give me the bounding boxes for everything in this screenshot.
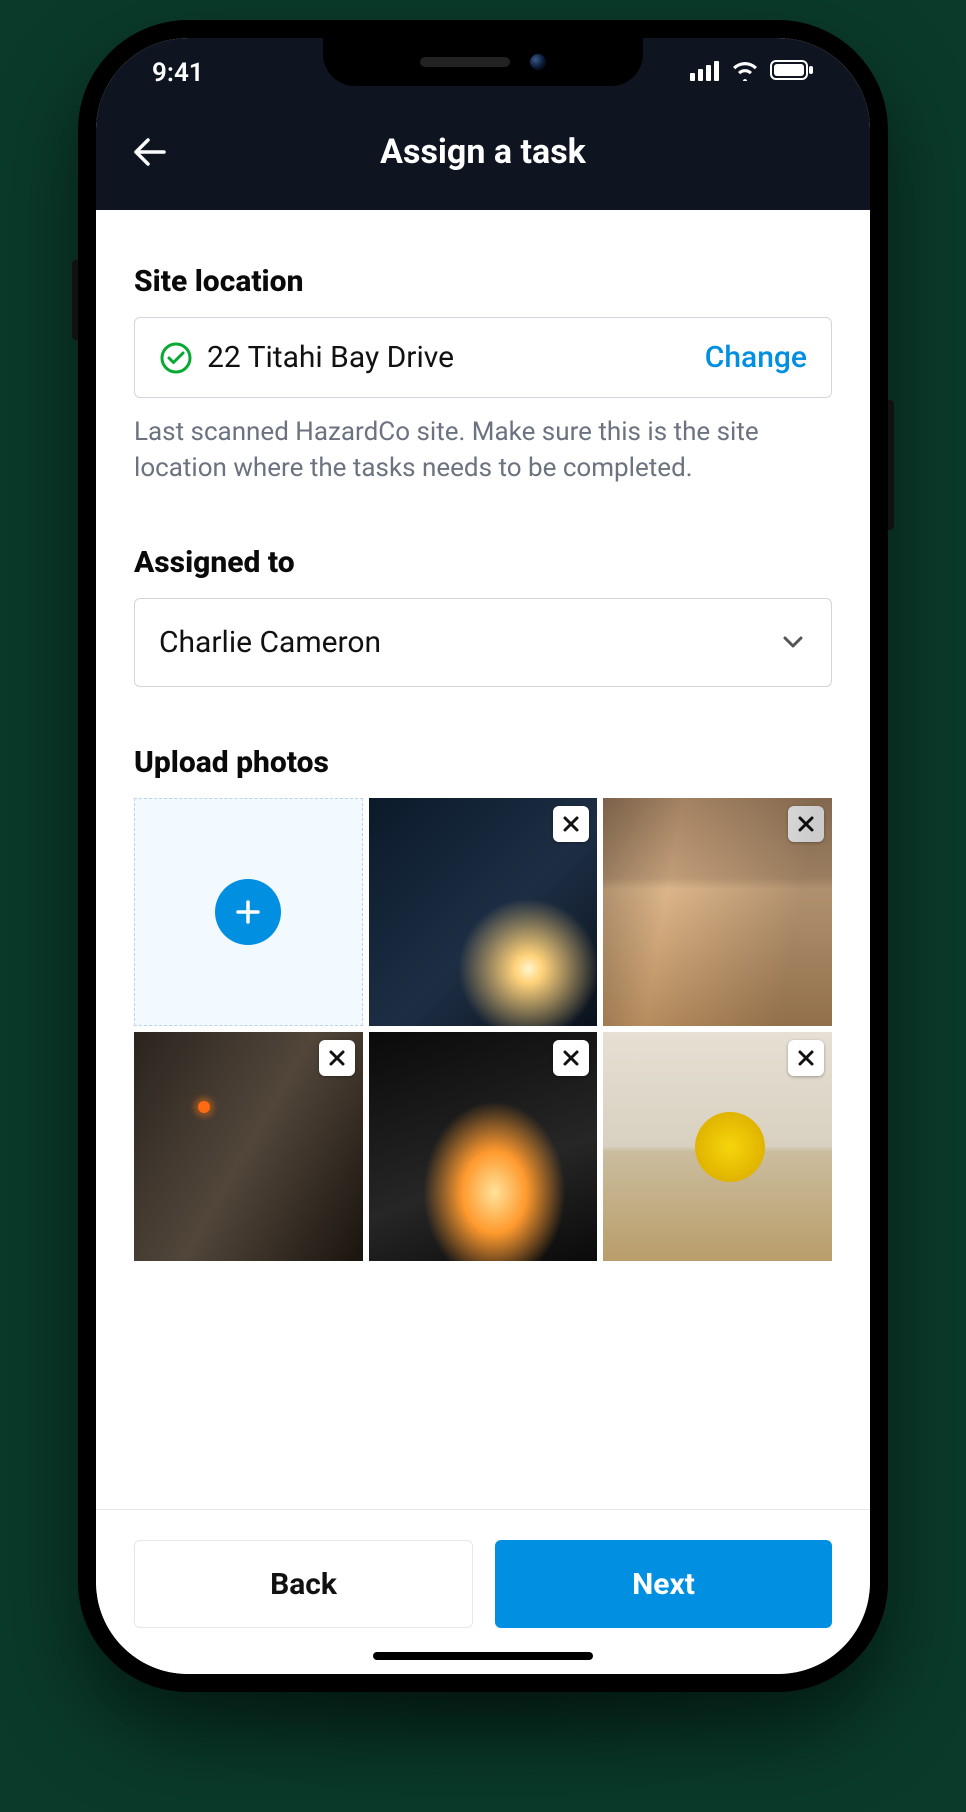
back-button-label: Back xyxy=(270,1567,337,1602)
site-location-value: 22 Titahi Bay Drive xyxy=(207,340,691,375)
remove-photo-button[interactable] xyxy=(319,1040,355,1076)
close-icon xyxy=(796,814,816,834)
phone-frame: 9:41 Assign a task Site location xyxy=(78,20,888,1692)
back-button-footer[interactable]: Back xyxy=(134,1540,473,1628)
content: Site location 22 Titahi Bay Drive Change… xyxy=(96,210,870,1509)
chevron-down-icon xyxy=(779,628,807,656)
notch xyxy=(323,38,643,86)
photo-grid xyxy=(134,798,832,1261)
status-time: 9:41 xyxy=(152,58,204,88)
change-location-link[interactable]: Change xyxy=(705,340,807,375)
upload-photos-label: Upload photos xyxy=(134,745,832,780)
header: Assign a task xyxy=(96,108,870,210)
page-title: Assign a task xyxy=(96,132,870,172)
close-icon xyxy=(561,814,581,834)
assigned-to-select[interactable]: Charlie Cameron xyxy=(134,598,832,687)
photo-thumbnail[interactable] xyxy=(369,798,598,1027)
back-button[interactable] xyxy=(130,132,170,172)
screen: 9:41 Assign a task Site location xyxy=(96,38,870,1674)
remove-photo-button[interactable] xyxy=(553,806,589,842)
close-icon xyxy=(796,1048,816,1068)
close-icon xyxy=(327,1048,347,1068)
site-location-helper: Last scanned HazardCo site. Make sure th… xyxy=(134,414,832,487)
assigned-to-label: Assigned to xyxy=(134,545,832,580)
footer: Back Next xyxy=(96,1509,870,1674)
photo-thumbnail[interactable] xyxy=(369,1032,598,1261)
wifi-icon xyxy=(730,58,760,88)
next-button[interactable]: Next xyxy=(495,1540,832,1628)
photo-thumbnail[interactable] xyxy=(134,1032,363,1261)
arrow-left-icon xyxy=(132,134,168,170)
battery-icon xyxy=(770,58,814,88)
close-icon xyxy=(561,1048,581,1068)
remove-photo-button[interactable] xyxy=(788,1040,824,1076)
plus-icon xyxy=(215,879,281,945)
check-circle-icon xyxy=(159,341,193,375)
cellular-icon xyxy=(690,58,720,88)
add-photo-button[interactable] xyxy=(134,798,363,1027)
next-button-label: Next xyxy=(632,1567,695,1602)
remove-photo-button[interactable] xyxy=(788,806,824,842)
site-location-field: 22 Titahi Bay Drive Change xyxy=(134,317,832,398)
assigned-to-value: Charlie Cameron xyxy=(159,625,381,660)
site-location-label: Site location xyxy=(134,264,832,299)
photo-thumbnail[interactable] xyxy=(603,798,832,1027)
remove-photo-button[interactable] xyxy=(553,1040,589,1076)
home-indicator[interactable] xyxy=(373,1652,593,1660)
photo-thumbnail[interactable] xyxy=(603,1032,832,1261)
